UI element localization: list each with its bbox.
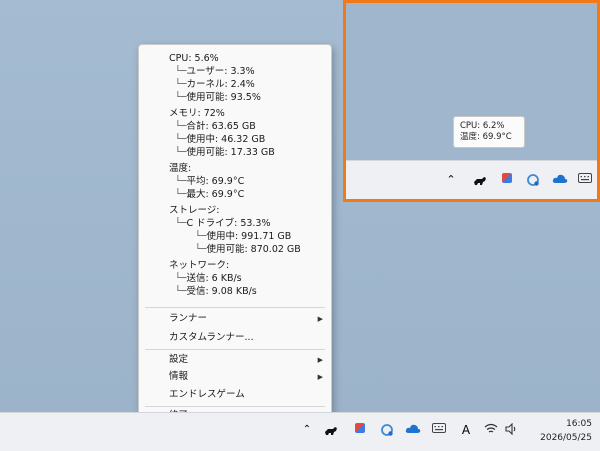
memory-available: 使用可能: 17.33 GB	[186, 147, 275, 158]
temperature-max: 最大: 69.9°C	[186, 189, 245, 200]
cpu-usage: CPU: 5.6%	[169, 53, 219, 64]
network-label: ネットワーク:	[169, 260, 230, 271]
runcat-cat-icon[interactable]	[473, 173, 487, 187]
chevron-up-icon[interactable]: ⌃	[300, 423, 314, 437]
drive-c: C ドライブ: 53.3%	[186, 218, 271, 229]
chevron-right-icon: ▶	[317, 373, 323, 381]
ime-indicator[interactable]: A	[459, 423, 473, 437]
menu-item-settings[interactable]: 設定 ▶	[139, 352, 331, 368]
drive-c-used: 使用中: 991.71 GB	[206, 231, 292, 242]
clock-time: 16:05	[566, 419, 592, 429]
menu-separator	[145, 406, 325, 407]
menu-separator	[145, 349, 325, 350]
tooltip-cpu: CPU: 6.2%	[460, 121, 505, 131]
temperature-label: 温度:	[169, 163, 192, 174]
app-tray-icon[interactable]	[353, 423, 367, 437]
keyboard-icon[interactable]	[578, 173, 592, 187]
tooltip-temperature: 温度: 69.9°C	[460, 132, 512, 142]
runcat-tooltip: CPU: 6.2% 温度: 69.9°C	[453, 116, 525, 148]
zoom-inset-highlight: CPU: 6.2% 温度: 69.9°C ⌃	[343, 0, 600, 202]
network-receive: 受信: 9.08 KB/s	[186, 286, 257, 297]
chevron-right-icon: ▶	[317, 315, 323, 323]
memory-usage: メモリ: 72%	[169, 108, 225, 119]
onedrive-cloud-icon[interactable]	[405, 423, 421, 437]
cpu-kernel: カーネル: 2.4%	[186, 79, 255, 90]
taskbar: ⌃ A 16:05 2026/05/25	[0, 412, 600, 451]
clock-date: 2026/05/25	[540, 433, 592, 443]
inset-taskbar: ⌃	[346, 160, 597, 199]
volume-icon[interactable]	[505, 422, 519, 437]
wifi-icon[interactable]	[484, 423, 498, 437]
system-clock[interactable]: 16:05 2026/05/25	[540, 417, 592, 445]
memory-total: 合計: 63.65 GB	[186, 121, 256, 132]
menu-item-runner[interactable]: ランナー ▶	[139, 311, 331, 327]
runcat-cat-icon[interactable]	[324, 423, 338, 437]
menu-item-info[interactable]: 情報 ▶	[139, 369, 331, 385]
storage-label: ストレージ:	[169, 205, 220, 216]
sync-tray-icon[interactable]	[380, 423, 394, 437]
sync-tray-icon[interactable]	[526, 173, 540, 187]
cpu-available: 使用可能: 93.5%	[186, 92, 261, 103]
chevron-right-icon: ▶	[317, 356, 323, 364]
memory-used: 使用中: 46.32 GB	[186, 134, 266, 145]
drive-c-available: 使用可能: 870.02 GB	[206, 244, 301, 255]
menu-separator	[145, 307, 325, 308]
network-send: 送信: 6 KB/s	[186, 273, 242, 284]
onedrive-cloud-icon[interactable]	[552, 173, 568, 187]
cpu-user: ユーザー: 3.3%	[186, 66, 255, 77]
temperature-average: 平均: 69.9°C	[186, 176, 245, 187]
menu-item-endless-game[interactable]: エンドレスゲーム	[139, 387, 331, 403]
keyboard-icon[interactable]	[432, 423, 446, 437]
menu-item-custom-runner[interactable]: カスタムランナー...	[139, 330, 331, 346]
chevron-up-icon[interactable]: ⌃	[444, 173, 458, 187]
app-tray-icon[interactable]	[500, 173, 514, 187]
runcat-context-menu: CPU: 5.6% └─ユーザー: 3.3% └─カーネル: 2.4% └─使用…	[138, 44, 332, 425]
